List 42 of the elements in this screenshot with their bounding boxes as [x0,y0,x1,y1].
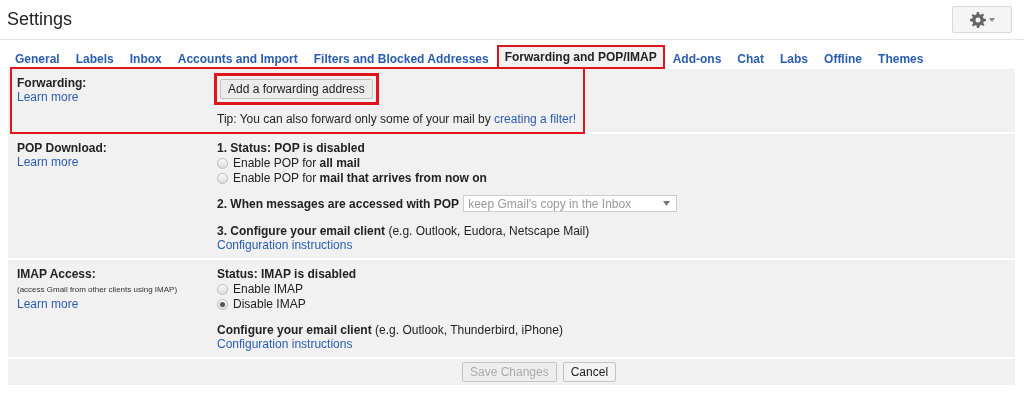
settings-tab[interactable]: Offline [816,47,871,69]
instructions-link[interactable]: Configuration instructions [217,337,353,351]
instructions-link[interactable]: Configuration instructions [217,238,353,252]
radio-button[interactable] [217,172,228,184]
section-label: IMAP Access: [17,267,97,281]
forwarding-button[interactable]: Add a forwarding address [220,79,373,99]
radio-label[interactable]: Enable POP for mail that arrives from now on [233,171,487,185]
settings-icon [969,11,986,28]
caret-icon [988,17,995,22]
radio-label[interactable]: Enable POP for all mail [233,156,361,170]
settings-tab[interactable]: General [7,47,68,69]
caret-icon [663,201,671,206]
learn-more-link[interactable]: Learn more [17,155,79,169]
cancel-button[interactable]: Cancel [562,362,617,382]
radio-label[interactable]: Enable IMAP [233,282,304,296]
radio-label[interactable]: Disable IMAP [233,297,306,311]
settings-tab[interactable]: Themes [870,47,932,69]
radio-button[interactable] [217,283,228,295]
settings-tab[interactable]: Filters and Blocked Addresses [305,47,497,69]
settings-tab[interactable]: Forwarding and POP/IMAP [496,45,665,69]
config-text: Configure your email client (e.g. Outlook, Thunderbird, iPhone) [217,323,563,337]
status-heading: 1. Status: POP is disabled [217,141,365,155]
page-title: Settings [7,9,73,30]
filter-link[interactable]: creating a filter! [494,112,577,126]
section-label: Forwarding: [17,76,88,90]
radio-button[interactable] [217,157,228,169]
settings-tab[interactable]: Labs [772,47,817,69]
learn-more-link[interactable]: Learn more [17,90,79,104]
tip-text: Tip: You can also forward only some of your mail by creating a filter! [217,112,577,126]
settings-tab[interactable]: Labels [67,47,122,69]
learn-more-link[interactable]: Learn more [17,297,79,311]
settings-tab[interactable]: Inbox [121,47,170,69]
option-label: 2. When messages are accessed with POP [217,196,460,211]
settings-button[interactable] [952,6,1012,33]
settings-tab[interactable]: Chat [729,47,773,69]
section-label: POP Download: [17,141,108,155]
status-heading: Status: IMAP is disabled [217,267,357,281]
settings-tab[interactable]: Accounts and Import [169,47,306,69]
settings-tab[interactable]: Add-ons [664,47,730,69]
section-note: (access Gmail from other clients using IMAP) [17,284,179,296]
config-text: 3. Configure your email client (e.g. Outlook, Eudora, Netscape Mail) [217,224,590,238]
radio-button[interactable] [217,298,228,310]
